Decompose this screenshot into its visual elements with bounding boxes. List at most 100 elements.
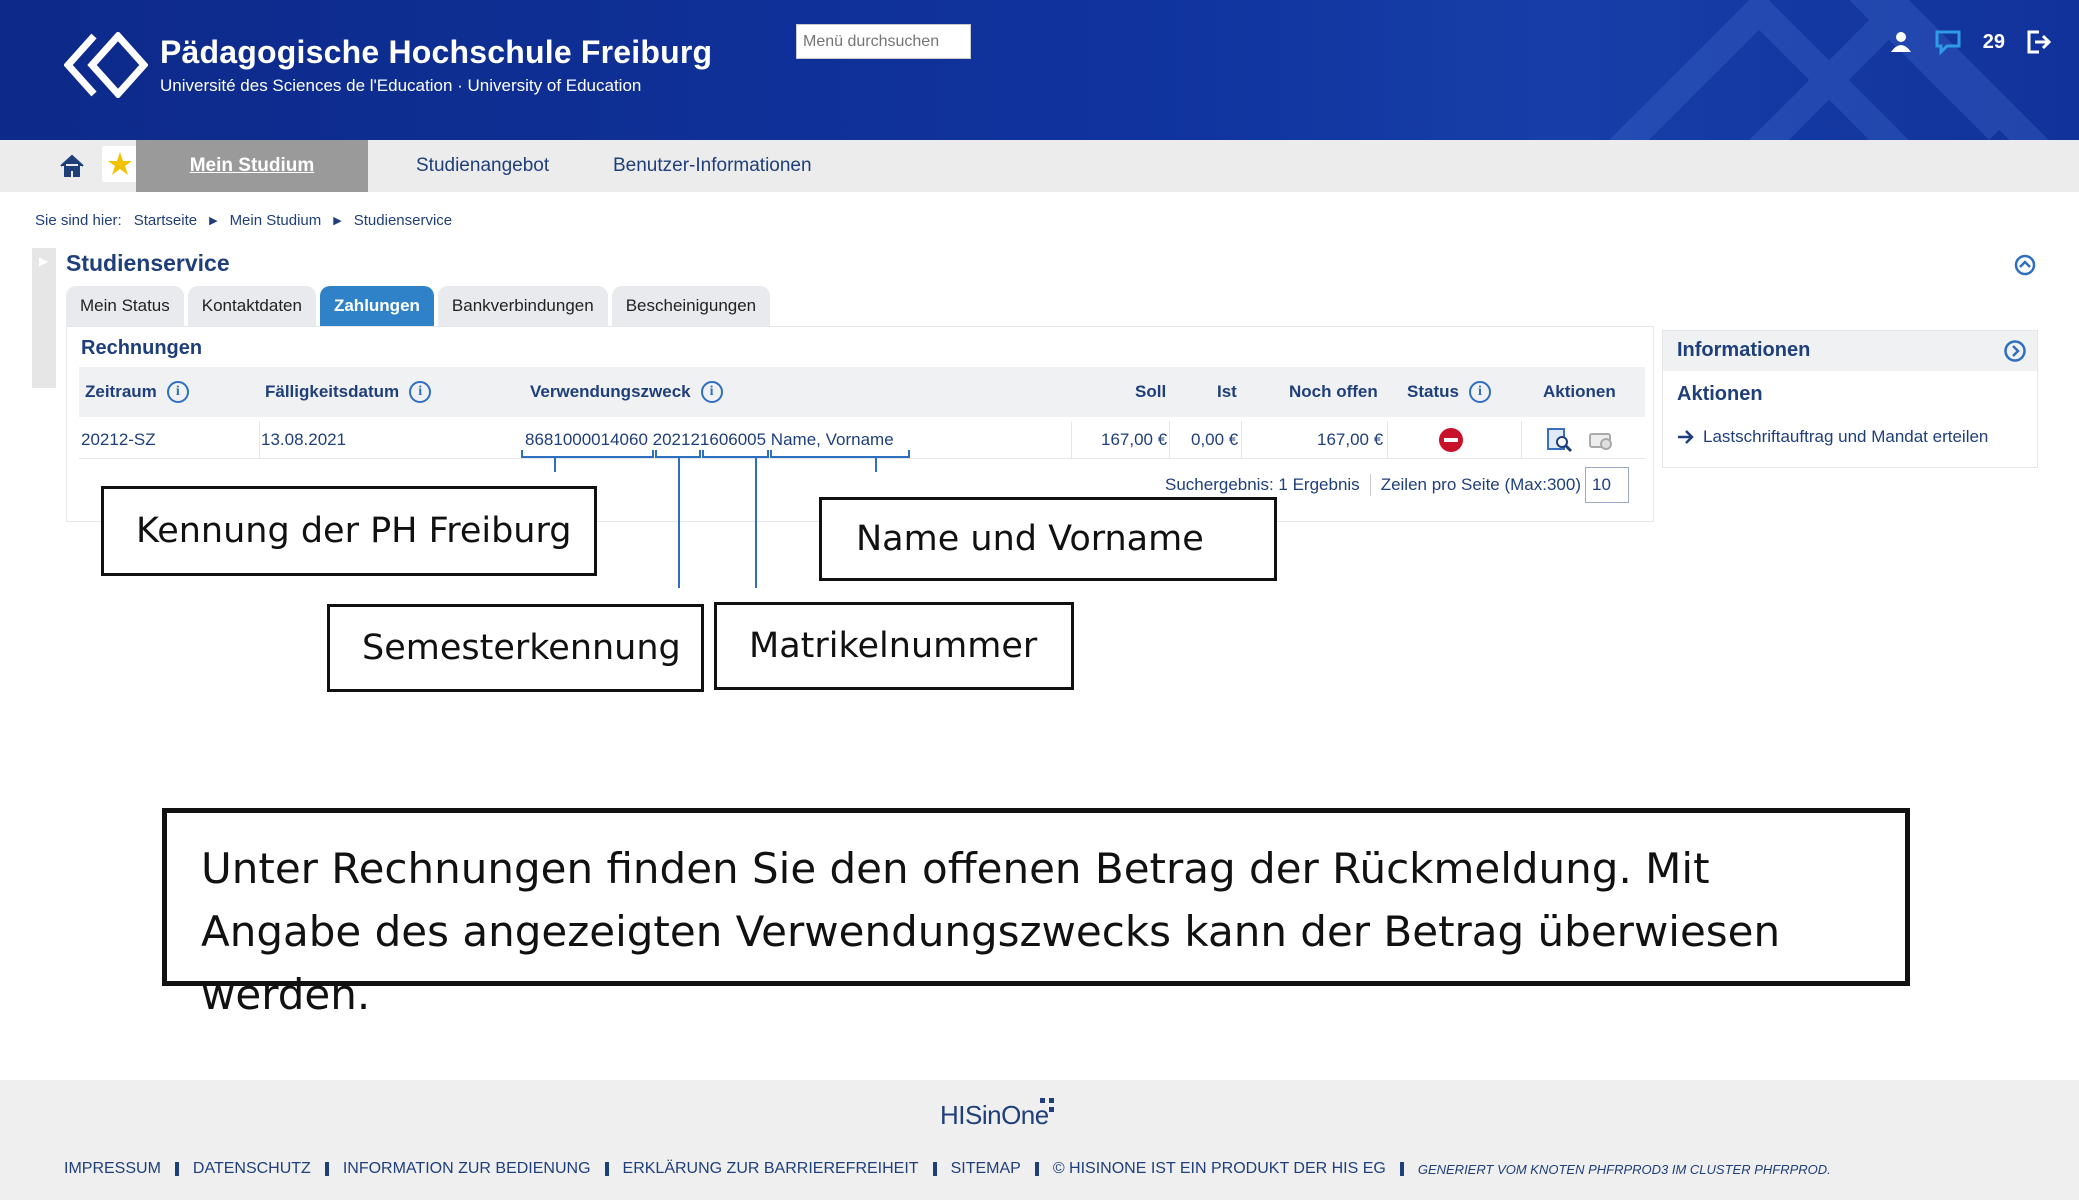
- footer-link-his-eg[interactable]: © HISINONE IST EIN PRODUKT DER HIS EG: [1053, 1160, 1386, 1178]
- cell-verwendungszweck: 8681000014060 202121606005 Name, Vorname: [525, 430, 894, 449]
- rows-per-page-input[interactable]: 10: [1585, 467, 1630, 503]
- table-row: 20212-SZ 13.08.2021 8681000014060 202121…: [79, 421, 1645, 459]
- sidebar-toggle-handle[interactable]: ▶: [32, 248, 56, 388]
- column-divider: [1387, 421, 1388, 459]
- message-count[interactable]: 29: [1983, 31, 2005, 54]
- header-decoration-pattern: [1609, 0, 2049, 140]
- info-panel-title: Informationen: [1677, 339, 1811, 361]
- footer-link-impressum[interactable]: IMPRESSUM: [64, 1160, 161, 1178]
- footer-link-bedienung[interactable]: INFORMATION ZUR BEDIENUNG: [343, 1160, 591, 1178]
- annotation-name: Name und Vorname: [819, 497, 1277, 581]
- column-divider: [1521, 421, 1522, 459]
- column-status[interactable]: Status i: [1407, 367, 1491, 417]
- mandate-link-label: Lastschriftauftrag und Mandat erteilen: [1703, 427, 1989, 446]
- divider: [1034, 1162, 1039, 1176]
- cell-faelligkeitsdatum: 13.08.2021: [261, 430, 347, 449]
- chat-bubble-icon[interactable]: [1933, 28, 1963, 56]
- column-label: Zeitraum: [85, 382, 157, 401]
- school-name: Pädagogische Hochschule Freiburg: [160, 34, 713, 70]
- home-icon[interactable]: [56, 150, 88, 182]
- column-label: Fälligkeitsdatum: [265, 382, 400, 401]
- info-icon[interactable]: i: [1468, 381, 1491, 403]
- column-label: Status: [1407, 382, 1459, 401]
- cell-zeitraum: 20212-SZ: [81, 430, 156, 449]
- divider: [604, 1162, 609, 1176]
- info-icon[interactable]: i: [409, 381, 432, 403]
- expand-right-icon[interactable]: [2003, 339, 2027, 363]
- annotation-kennung: Kennung der PH Freiburg: [101, 486, 597, 576]
- column-divider: [1241, 421, 1242, 459]
- tab-mein-status[interactable]: Mein Status: [66, 286, 184, 326]
- explanation-box: Unter Rechnungen finden Sie den offenen …: [162, 808, 1910, 1019]
- column-ist[interactable]: Ist: [1217, 367, 1237, 417]
- info-icon[interactable]: i: [700, 381, 723, 403]
- footer-generated-note: GENERIERT VOM KNOTEN PHFRPROD3 IM CLUSTE…: [1417, 1161, 1831, 1177]
- footer-links: IMPRESSUM DATENSCHUTZ INFORMATION ZUR BE…: [64, 1160, 1831, 1178]
- main-navigation: Mein Studium Studienangebot Benutzer-Inf…: [0, 140, 2079, 192]
- tab-bankverbindungen[interactable]: Bankverbindungen: [437, 286, 608, 326]
- cell-noch-offen: 167,00 €: [1317, 430, 1384, 449]
- footer-link-sitemap[interactable]: SITEMAP: [951, 1160, 1021, 1178]
- chevron-right-icon: ▶: [39, 254, 49, 268]
- status-unpaid-icon: [1439, 428, 1463, 452]
- arrow-right-icon: [1678, 430, 1694, 444]
- annotation-matrikel: Matrikelnummer: [714, 602, 1074, 690]
- divider: [932, 1162, 937, 1176]
- column-zeitraum[interactable]: Zeitraum i: [85, 367, 189, 417]
- header-icons: 29: [1889, 28, 2051, 56]
- breadcrumb-mein-studium[interactable]: Mein Studium: [230, 212, 322, 229]
- cell-aktionen: [1545, 421, 1615, 459]
- breadcrumb-prefix: Sie sind hier:: [35, 212, 122, 229]
- column-faelligkeitsdatum[interactable]: Fälligkeitsdatum i: [265, 367, 432, 417]
- cell-status: [1439, 421, 1463, 459]
- page-title: Studienservice: [66, 250, 230, 276]
- tab-bescheinigungen[interactable]: Bescheinigungen: [611, 286, 771, 326]
- column-verwendungszweck[interactable]: Verwendungszweck i: [530, 367, 723, 417]
- info-panel: Informationen Aktionen Lastschriftauftra…: [1662, 330, 2038, 468]
- rows-per-page-label: Zeilen pro Seite (Max:300): [1380, 475, 1582, 494]
- mandate-link[interactable]: Lastschriftauftrag und Mandat erteilen: [1677, 427, 1988, 447]
- column-noch-offen[interactable]: Noch offen: [1289, 367, 1378, 417]
- nav-mein-studium[interactable]: Mein Studium: [136, 140, 368, 192]
- user-icon[interactable]: [1889, 30, 1913, 54]
- collapse-up-icon[interactable]: [2014, 254, 2036, 276]
- ph-freiburg-logo[interactable]: [64, 32, 148, 98]
- school-subtitle: Université des Sciences de l'Education ·…: [160, 76, 642, 95]
- site-header: Pädagogische Hochschule Freiburg Univers…: [0, 0, 2079, 140]
- favorites-star-icon[interactable]: [102, 146, 138, 182]
- hisinone-dots-icon: [1040, 1098, 1054, 1112]
- info-panel-header[interactable]: Informationen: [1663, 331, 2037, 371]
- divider: [324, 1162, 329, 1176]
- logout-icon[interactable]: [2025, 29, 2051, 55]
- divider: [1399, 1162, 1404, 1176]
- payment-icon[interactable]: [1587, 426, 1615, 454]
- site-footer: HISinOne IMPRESSUM DATENSCHUTZ INFORMATI…: [0, 1080, 2079, 1200]
- cell-soll: 167,00 €: [1101, 430, 1168, 449]
- menu-search-input[interactable]: [796, 24, 971, 59]
- tab-kontaktdaten[interactable]: Kontaktdaten: [187, 286, 316, 326]
- annotation-semester: Semesterkennung: [327, 604, 704, 692]
- actions-title: Aktionen: [1677, 383, 1763, 405]
- cell-ist: 0,00 €: [1191, 430, 1239, 449]
- divider: [174, 1162, 179, 1176]
- nav-studienangebot[interactable]: Studienangebot: [416, 140, 549, 192]
- info-icon[interactable]: i: [166, 381, 189, 403]
- column-divider: [1071, 421, 1072, 459]
- nav-benutzer-informationen[interactable]: Benutzer-Informationen: [613, 140, 812, 192]
- table-header: Zeitraum i Fälligkeitsdatum i Verwendung…: [79, 367, 1645, 417]
- footer-link-datenschutz[interactable]: DATENSCHUTZ: [193, 1160, 311, 1178]
- hisinone-logo[interactable]: HISinOne: [940, 1100, 1049, 1131]
- chevron-right-icon: ▶: [333, 215, 342, 227]
- breadcrumb-studienservice[interactable]: Studienservice: [354, 212, 452, 229]
- document-search-icon[interactable]: [1545, 426, 1573, 454]
- divider: [1369, 474, 1371, 496]
- column-label: Verwendungszweck: [530, 382, 691, 401]
- chevron-right-icon: ▶: [209, 215, 218, 227]
- column-divider: [1169, 421, 1170, 459]
- breadcrumb: Sie sind hier: Startseite ▶ Mein Studium…: [35, 212, 452, 229]
- breadcrumb-startseite[interactable]: Startseite: [134, 212, 197, 229]
- footer-link-barrierefreiheit[interactable]: ERKLÄRUNG ZUR BARRIEREFREIHEIT: [623, 1160, 919, 1178]
- tab-zahlungen[interactable]: Zahlungen: [319, 286, 434, 326]
- service-tabs: Mein Status Kontaktdaten Zahlungen Bankv…: [66, 286, 771, 326]
- column-soll[interactable]: Soll: [1135, 367, 1166, 417]
